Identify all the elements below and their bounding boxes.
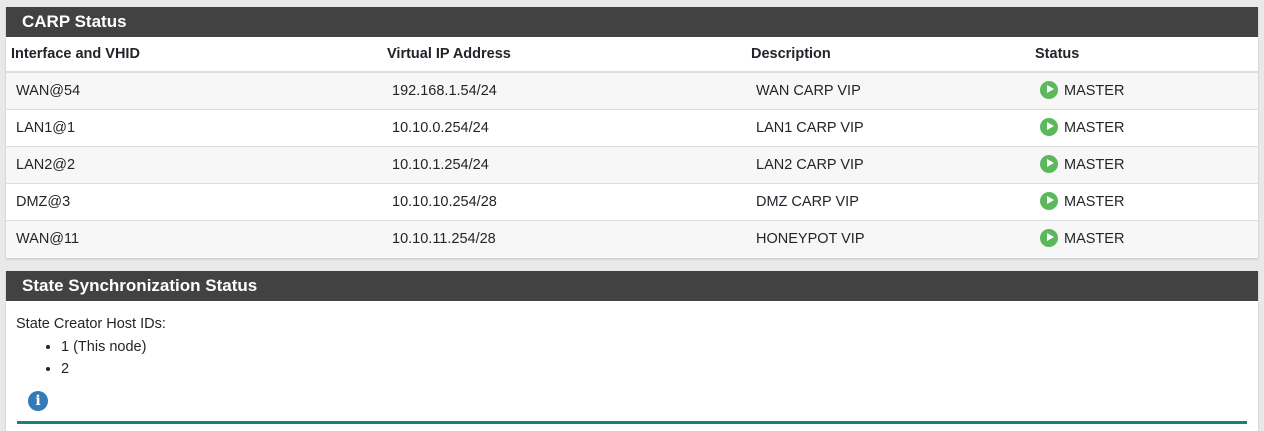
vip-cell: 10.10.10.254/28 [382, 183, 746, 221]
play-circle-icon [1040, 80, 1058, 99]
state-sync-panel: State Synchronization Status State Creat… [6, 271, 1258, 431]
description-cell: HONEYPOT VIP [746, 220, 1030, 257]
state-sync-body: State Creator Host IDs: 1 (This node) 2 [6, 301, 1258, 380]
state-sync-title: State Synchronization Status [6, 271, 1258, 301]
description-cell: LAN2 CARP VIP [746, 146, 1030, 184]
carp-status-table: Interface and VHID Virtual IP Address De… [6, 37, 1258, 257]
column-header-status: Status [1030, 37, 1258, 73]
column-header-vip: Virtual IP Address [382, 37, 746, 73]
table-row: DMZ@3 10.10.10.254/28 DMZ CARP VIP MASTE… [6, 183, 1258, 221]
play-circle-icon [1040, 191, 1058, 210]
status-text: MASTER [1064, 83, 1125, 99]
table-row: WAN@54 192.168.1.54/24 WAN CARP VIP MAST… [6, 71, 1258, 110]
status-text: MASTER [1064, 231, 1125, 247]
vip-cell: 10.10.1.254/24 [382, 146, 746, 184]
interface-cell: WAN@54 [6, 71, 382, 110]
play-circle-icon [1040, 228, 1058, 247]
list-item: 1 (This node) [61, 336, 1248, 358]
interface-cell: DMZ@3 [6, 183, 382, 221]
description-cell: LAN1 CARP VIP [746, 109, 1030, 147]
status-text: MASTER [1064, 120, 1125, 136]
carp-status-panel: CARP Status Interface and VHID Virtual I… [6, 7, 1258, 258]
table-row: WAN@11 10.10.11.254/28 HONEYPOT VIP MAST… [6, 220, 1258, 257]
status-text: MASTER [1064, 157, 1125, 173]
table-row: LAN1@1 10.10.0.254/24 LAN1 CARP VIP MAST… [6, 109, 1258, 147]
interface-cell: LAN1@1 [6, 109, 382, 147]
description-cell: DMZ CARP VIP [746, 183, 1030, 221]
column-header-interface: Interface and VHID [6, 37, 382, 73]
host-ids-label: State Creator Host IDs: [16, 316, 166, 332]
description-cell: WAN CARP VIP [746, 71, 1030, 110]
vip-cell: 10.10.0.254/24 [382, 109, 746, 147]
play-circle-icon [1040, 117, 1058, 136]
info-circle-icon[interactable]: i [28, 391, 48, 411]
interface-cell: WAN@11 [6, 220, 382, 257]
interface-cell: LAN2@2 [6, 146, 382, 184]
vip-cell: 192.168.1.54/24 [382, 71, 746, 110]
carp-status-title: CARP Status [6, 7, 1258, 37]
column-header-description: Description [746, 37, 1030, 73]
table-header-row: Interface and VHID Virtual IP Address De… [6, 37, 1258, 73]
host-ids-list: 1 (This node) 2 [16, 336, 1248, 380]
table-row: LAN2@2 10.10.1.254/24 LAN2 CARP VIP MAST… [6, 146, 1258, 184]
status-text: MASTER [1064, 194, 1125, 210]
list-item: 2 [61, 358, 1248, 380]
vip-cell: 10.10.11.254/28 [382, 220, 746, 257]
play-circle-icon [1040, 154, 1058, 173]
